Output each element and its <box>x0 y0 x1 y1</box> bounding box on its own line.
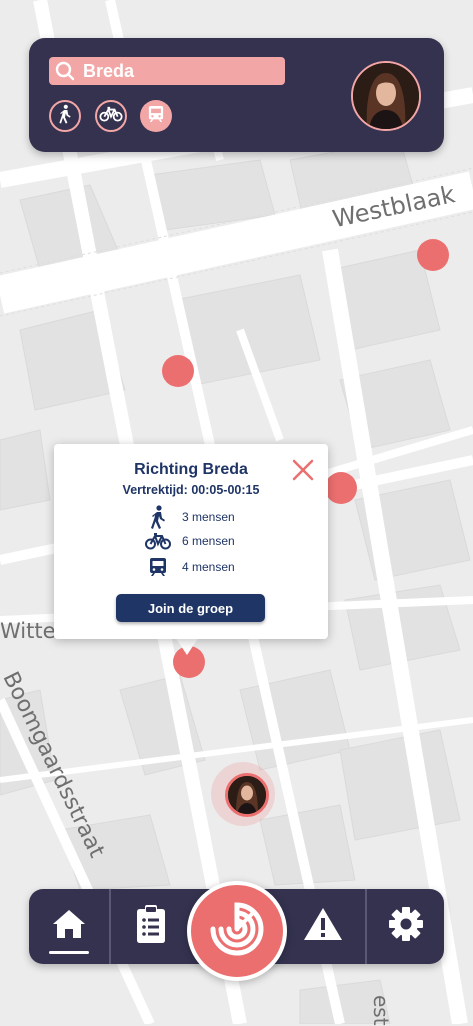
bike-icon <box>99 106 123 127</box>
walk-icon <box>144 505 172 529</box>
stat-row-walk: 3 mensen <box>144 505 235 529</box>
user-location-avatar[interactable] <box>225 773 269 817</box>
radar-icon <box>207 899 267 964</box>
search-panel <box>29 38 444 152</box>
nav-report[interactable] <box>283 889 363 964</box>
bike-mode-button[interactable] <box>95 100 127 132</box>
walk-mode-button[interactable] <box>49 100 81 132</box>
search-bar[interactable] <box>49 57 285 85</box>
walk-icon <box>57 104 73 129</box>
nav-settings[interactable] <box>367 889 444 964</box>
stat-row-train: 4 mensen <box>144 557 235 577</box>
group-popup: Richting Breda Vertrektijd: 00:05-00:15 … <box>54 444 328 639</box>
train-mode-button[interactable] <box>140 100 172 132</box>
clipboard-list-icon <box>136 905 166 948</box>
search-icon <box>55 61 75 81</box>
popup-pointer <box>175 637 199 655</box>
street-label-partial: est <box>369 995 393 1026</box>
nav-tasks[interactable] <box>111 889 191 964</box>
nav-home[interactable] <box>29 889 109 964</box>
gear-icon <box>388 906 424 947</box>
train-icon <box>148 105 164 128</box>
join-group-button[interactable]: Join de groep <box>116 594 265 622</box>
group-pin[interactable] <box>162 355 194 387</box>
warning-icon <box>303 907 343 946</box>
profile-avatar[interactable] <box>351 61 421 131</box>
bike-icon <box>144 532 172 550</box>
radar-button[interactable] <box>187 881 287 981</box>
close-icon[interactable] <box>292 459 314 481</box>
search-input[interactable] <box>81 59 275 83</box>
home-icon <box>51 908 87 945</box>
stat-row-bike: 6 mensen <box>144 532 235 550</box>
group-pin[interactable] <box>417 239 449 271</box>
popup-departure-time: Vertrektijd: 00:05-00:15 <box>122 483 260 497</box>
train-icon <box>144 557 172 577</box>
group-pin[interactable] <box>325 472 357 504</box>
active-tab-indicator <box>49 951 89 954</box>
popup-title: Richting Breda <box>134 461 248 478</box>
